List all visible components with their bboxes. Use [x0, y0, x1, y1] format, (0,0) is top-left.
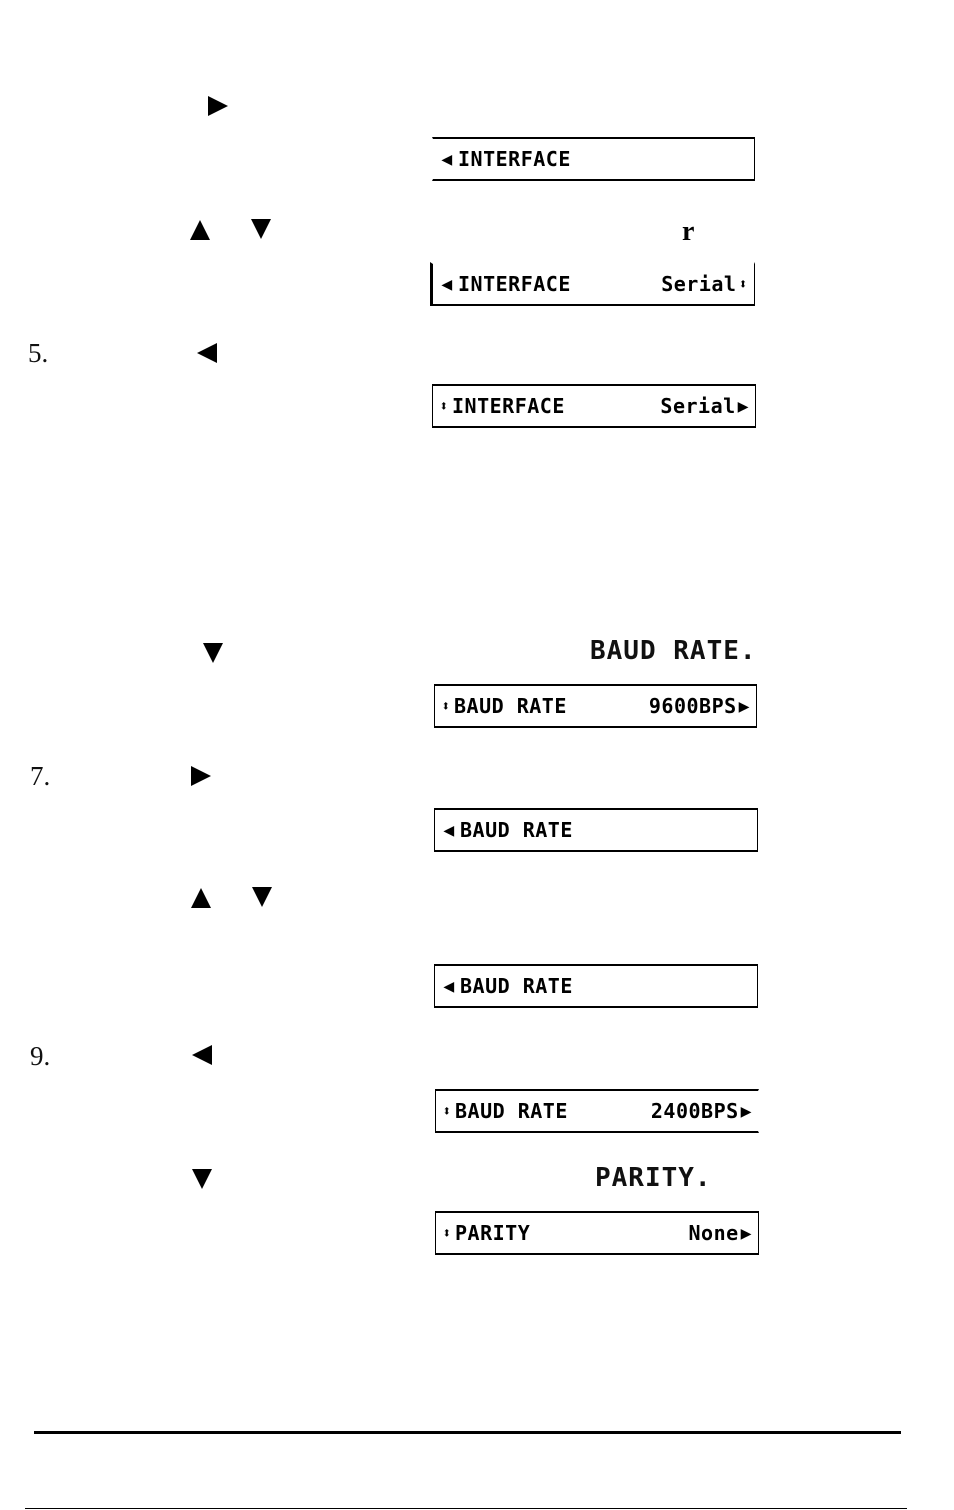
- left-arrow-icon: [192, 1045, 212, 1065]
- step-number: 7.: [30, 761, 51, 791]
- lcd-display-interface-select: ◀ INTERFACE: [432, 137, 755, 181]
- right-arrow-icon: [191, 766, 211, 786]
- lcd-label: BAUD RATE: [460, 974, 573, 998]
- lcd-value: 2400BPS: [650, 1099, 739, 1123]
- right-arrow-icon: ▶: [740, 1222, 752, 1244]
- stray-character: r: [682, 216, 695, 247]
- setting-name-parity: PARITY.: [595, 1163, 712, 1193]
- right-arrow-icon: ▶: [740, 1100, 752, 1122]
- up-down-arrow-icon: ⬍: [738, 275, 748, 293]
- left-arrow-icon: ◀: [443, 975, 455, 997]
- lcd-label: INTERFACE: [452, 394, 565, 418]
- left-arrow-icon: [197, 343, 217, 363]
- lcd-label: INTERFACE: [458, 272, 571, 296]
- lcd-label: PARITY: [455, 1221, 531, 1245]
- left-arrow-icon: ◀: [441, 148, 453, 170]
- step-number: 5.: [28, 338, 49, 368]
- lcd-value: Serial: [660, 394, 736, 418]
- up-down-arrow-icon: ⬍: [439, 397, 449, 415]
- left-arrow-icon: ◀: [443, 819, 455, 841]
- up-down-arrow-icon: ⬍: [442, 1224, 452, 1242]
- down-arrow-icon: [251, 219, 271, 239]
- up-arrow-icon: [191, 888, 211, 908]
- lcd-value: Serial: [661, 272, 737, 296]
- lcd-display-baud-choose: ◀ BAUD RATE: [434, 964, 758, 1008]
- lcd-label: INTERFACE: [458, 147, 571, 171]
- right-arrow-icon: ▶: [737, 395, 749, 417]
- lcd-display-parity-none: ⬍ PARITY None ▶: [435, 1211, 759, 1255]
- right-arrow-icon: [208, 96, 228, 116]
- lcd-label: BAUD RATE: [454, 694, 567, 718]
- lcd-value: 9600BPS: [648, 694, 737, 718]
- left-arrow-icon: ◀: [441, 273, 453, 295]
- up-down-arrow-icon: ⬍: [442, 1102, 452, 1120]
- step-number: 9.: [30, 1041, 51, 1071]
- footer-rule-thick: [34, 1431, 901, 1434]
- footer-rule-thin: [25, 1508, 907, 1509]
- lcd-display-interface-serial-choose: ◀ INTERFACE Serial ⬍: [430, 262, 755, 306]
- down-arrow-icon: [203, 643, 223, 663]
- down-arrow-icon: [252, 887, 272, 907]
- setting-name-baud-rate: BAUD RATE.: [590, 636, 757, 666]
- down-arrow-icon: [192, 1169, 212, 1189]
- lcd-label: BAUD RATE: [455, 1099, 568, 1123]
- up-down-arrow-icon: ⬍: [441, 697, 451, 715]
- lcd-display-baud-2400: ⬍ BAUD RATE 2400BPS ▶: [435, 1089, 759, 1133]
- right-arrow-icon: ▶: [738, 695, 750, 717]
- lcd-display-baud-9600: ⬍ BAUD RATE 9600BPS ▶: [434, 684, 757, 728]
- lcd-label: BAUD RATE: [460, 818, 573, 842]
- lcd-display-baud-select: ◀ BAUD RATE: [434, 808, 758, 852]
- lcd-display-interface-serial-set: ⬍ INTERFACE Serial ▶: [432, 384, 756, 428]
- lcd-value: None: [688, 1221, 739, 1245]
- up-arrow-icon: [190, 220, 210, 240]
